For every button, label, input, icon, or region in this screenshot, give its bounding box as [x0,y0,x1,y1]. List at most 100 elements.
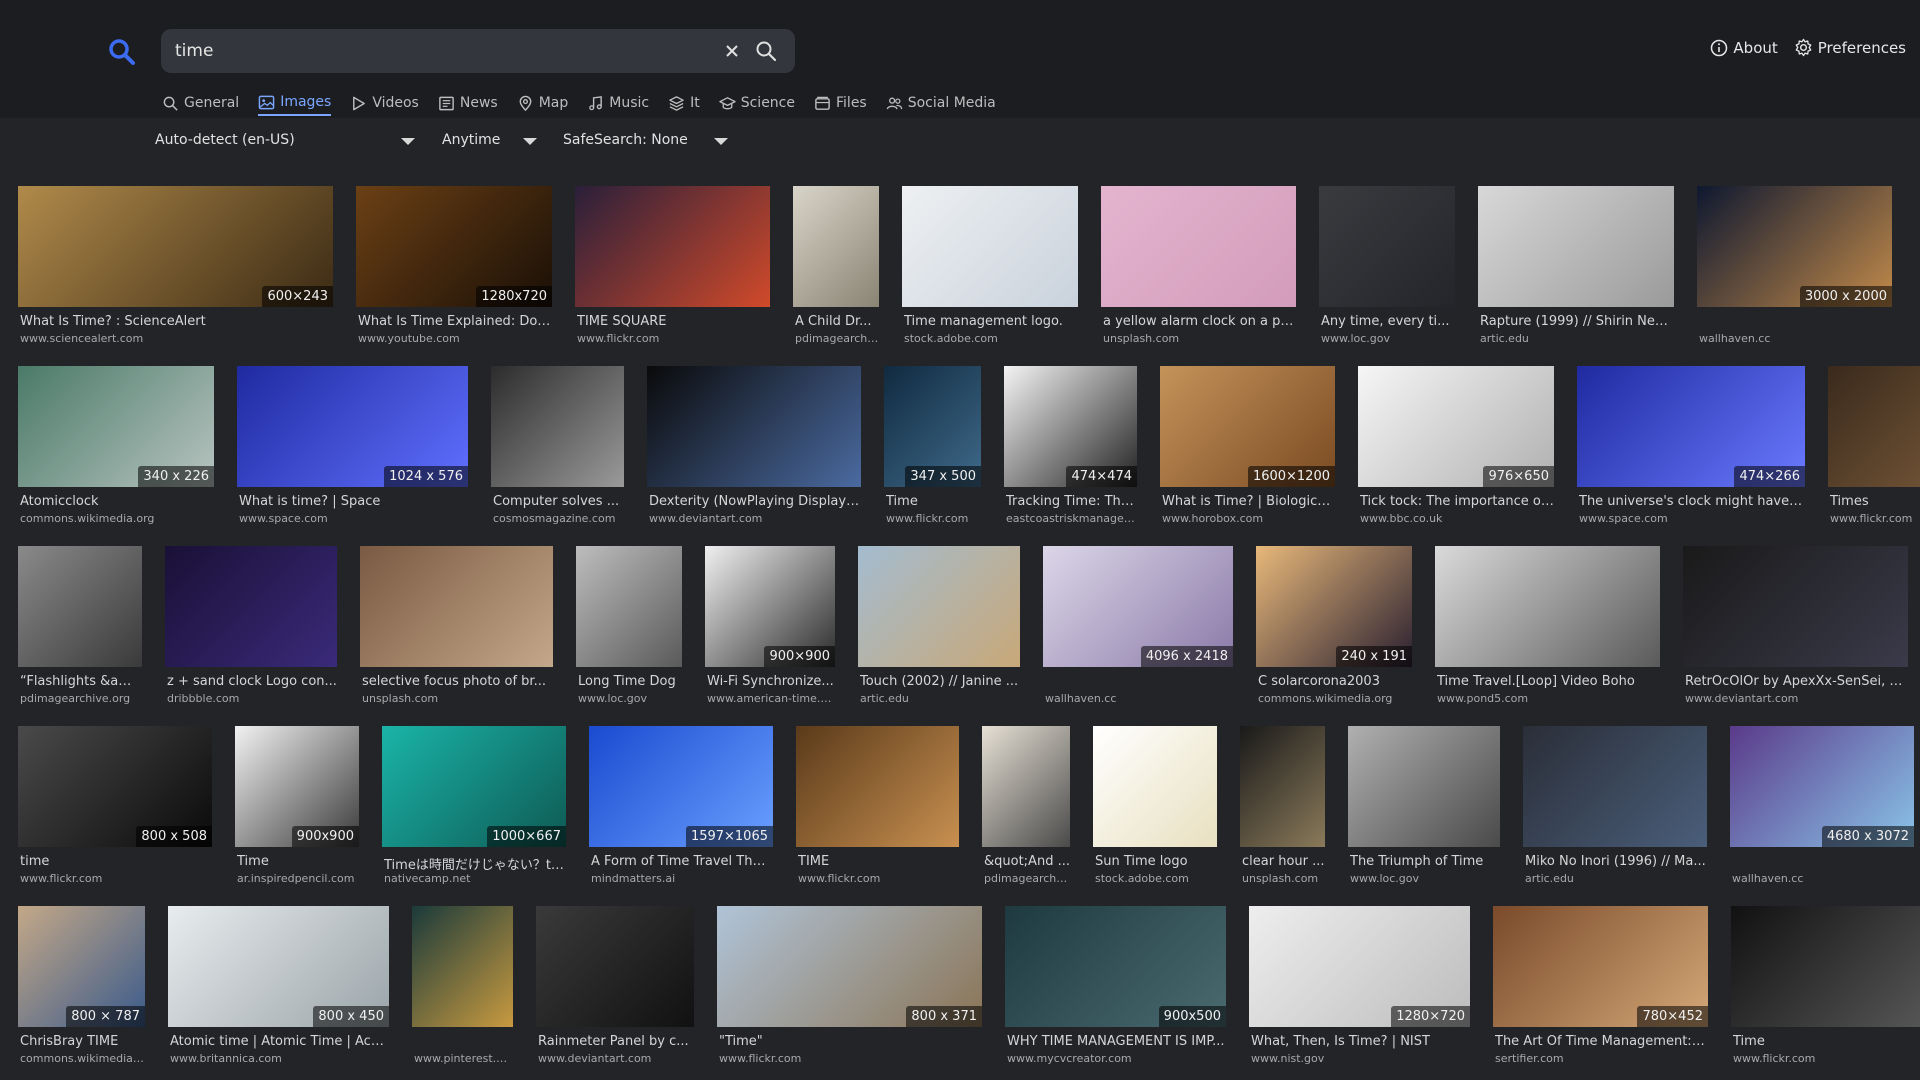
result-title[interactable]: Time [237,854,359,869]
result-title[interactable]: clear hour ... [1242,854,1325,869]
result-thumbnail[interactable]: 474×474 [1004,366,1137,487]
result-title[interactable]: A Child Dr... [795,314,879,329]
image-result[interactable]: Dexterity (NowPlaying Display ... www.dev… [647,366,861,530]
result-title[interactable]: Rapture (1999) // Shirin Nes... [1480,314,1674,329]
image-result[interactable]: TIME www.flickr.com [796,726,959,890]
image-result[interactable]: 900x900 Time ar.inspiredpencil.com [235,726,359,890]
image-result[interactable]: &quot;And ... pdimagearchiv... [982,726,1070,890]
image-result[interactable]: RetrOcOlOr by ApexXx-SenSei, v... www.dev… [1683,546,1908,710]
result-title[interactable]: What is time? | Space [239,494,468,509]
tab-files[interactable]: Files [814,90,867,116]
result-thumbnail[interactable] [1523,726,1707,847]
result-thumbnail[interactable]: 1024 x 576 [237,366,468,487]
result-title[interactable]: “Flashlights &am... [20,674,142,689]
result-thumbnail[interactable] [412,906,513,1027]
result-thumbnail[interactable]: 1280×720 [1249,906,1470,1027]
result-thumbnail[interactable] [1731,906,1920,1027]
result-title[interactable]: Tracking Time: The... [1006,494,1137,509]
result-thumbnail[interactable] [165,546,337,667]
tab-map[interactable]: Map [517,90,568,116]
result-title[interactable]: a yellow alarm clock on a pi... [1103,314,1296,329]
result-thumbnail[interactable] [982,726,1070,847]
result-title[interactable]: What, Then, Is Time? | NIST [1251,1034,1470,1049]
tab-social-media[interactable]: Social Media [886,90,996,116]
image-result[interactable]: Miko No Inori (1996) // Ma... artic.edu [1523,726,1707,890]
about-link[interactable]: About [1710,38,1778,57]
result-title[interactable]: Sun Time logo [1095,854,1217,869]
image-result[interactable]: A Child Dr... pdimagearchiv... [793,186,879,350]
result-thumbnail[interactable]: 1597×1065 [589,726,773,847]
result-thumbnail[interactable]: 1280x720 [356,186,552,307]
result-title[interactable]: The Art Of Time Management: ... [1495,1034,1708,1049]
image-result[interactable]: 1597×1065 A Form of Time Travel That... mi… [589,726,773,890]
image-result[interactable]: clear hour ... unsplash.com [1240,726,1325,890]
image-result[interactable]: Sun Time logo stock.adobe.com [1093,726,1217,890]
result-thumbnail[interactable]: 800 x 371 [717,906,982,1027]
result-thumbnail[interactable] [360,546,553,667]
image-result[interactable]: z + sand clock Logo con... dribbble.com [165,546,337,710]
result-thumbnail[interactable] [647,366,861,487]
image-result[interactable]: Rapture (1999) // Shirin Nes... artic.edu [1478,186,1674,350]
result-title[interactable]: TIME [798,854,959,869]
image-result[interactable]: Rainmeter Panel by c... www.deviantart.co… [536,906,694,1070]
result-title[interactable]: ChrisBray TIME [20,1034,145,1049]
time-range-select[interactable]: Anytime [442,132,500,148]
result-title[interactable]: TIME SQUARE [577,314,770,329]
result-title[interactable]: Tick tock: The importance of... [1360,494,1554,509]
tab-general[interactable]: General [162,90,239,116]
result-thumbnail[interactable] [1435,546,1660,667]
result-title[interactable]: z + sand clock Logo con... [167,674,337,689]
result-title[interactable]: Wi-Fi Synchronize... [707,674,835,689]
result-title[interactable]: &quot;And ... [984,854,1070,869]
image-result[interactable]: The Triumph of Time www.loc.gov [1348,726,1500,890]
result-title[interactable]: Time [1733,1034,1920,1049]
clear-icon[interactable] [721,40,743,62]
result-title[interactable]: The Triumph of Time [1350,854,1500,869]
result-thumbnail[interactable]: 800 x 450 [168,906,389,1027]
result-thumbnail[interactable]: 340 x 226 [18,366,214,487]
result-thumbnail[interactable] [1093,726,1217,847]
tab-videos[interactable]: Videos [350,90,419,116]
result-title[interactable]: Timeは時間だけじゃない？ti... [384,854,566,873]
image-result[interactable]: Any time, every ti... www.loc.gov [1319,186,1455,350]
result-thumbnail[interactable] [902,186,1078,307]
result-thumbnail[interactable]: 4096 x 2418 [1043,546,1233,667]
image-result[interactable]: 474×266 The universe's clock might have .… [1577,366,1805,530]
result-thumbnail[interactable]: 1600×1200 [1160,366,1335,487]
search-input[interactable] [175,29,715,73]
result-thumbnail[interactable]: 474×266 [1577,366,1805,487]
result-thumbnail[interactable] [1478,186,1674,307]
image-result[interactable]: “Flashlights &am... pdimagearchive.org [18,546,142,710]
result-thumbnail[interactable] [1101,186,1296,307]
result-thumbnail[interactable] [536,906,694,1027]
image-result[interactable]: Time Travel.[Loop] Video Boho www.pond5.c… [1435,546,1660,710]
language-select[interactable]: Auto-detect (en-US) [155,132,295,148]
result-title[interactable]: WHY TIME MANAGEMENT IS IMP... [1007,1034,1226,1049]
chevron-down-icon[interactable] [523,138,537,145]
image-result[interactable]: 800 x 508 time www.flickr.com [18,726,212,890]
image-result[interactable]: 1280×720 What, Then, Is Time? | NIST www.n… [1249,906,1470,1070]
preferences-link[interactable]: Preferences [1794,38,1906,57]
image-result[interactable]: 4680 x 3072 wallhaven.cc [1730,726,1914,890]
image-result[interactable]: 1600×1200 What is Time? | Biologica... www… [1160,366,1335,530]
result-title[interactable]: Times [1830,494,1920,509]
result-thumbnail[interactable]: 900×900 [705,546,835,667]
image-result[interactable]: 800 x 450 Atomic time | Atomic Time | Acc… [168,906,389,1070]
result-title[interactable]: What is Time? | Biologica... [1162,494,1335,509]
result-thumbnail[interactable]: 800 x 508 [18,726,212,847]
image-result[interactable]: 800 × 787 ChrisBray TIME commons.wikimedia… [18,906,145,1070]
result-title[interactable]: "Time" [719,1034,982,1049]
image-result[interactable]: 1000×667 Timeは時間だけじゃない？ti... nativecamp.ne… [382,726,566,890]
result-title[interactable]: RetrOcOlOr by ApexXx-SenSei, v... [1685,674,1908,689]
image-result[interactable]: 4096 x 2418 wallhaven.cc [1043,546,1233,710]
image-result[interactable]: 900x500 WHY TIME MANAGEMENT IS IMP... www.… [1005,906,1226,1070]
result-title[interactable]: Touch (2002) // Janine ... [860,674,1020,689]
tab-science[interactable]: Science [719,90,795,116]
result-title[interactable]: Rainmeter Panel by c... [538,1034,694,1049]
image-result[interactable]: www.pinterest.com [412,906,513,1070]
image-result[interactable]: 780×452 The Art Of Time Management: ... se… [1493,906,1708,1070]
image-result[interactable]: 900×900 Wi-Fi Synchronize... www.american-… [705,546,835,710]
result-title[interactable]: What Is Time Explained: Does It R... [358,314,552,329]
image-result[interactable]: 474×474 Tracking Time: The... eastcoastris… [1004,366,1137,530]
result-title[interactable]: time [20,854,212,869]
